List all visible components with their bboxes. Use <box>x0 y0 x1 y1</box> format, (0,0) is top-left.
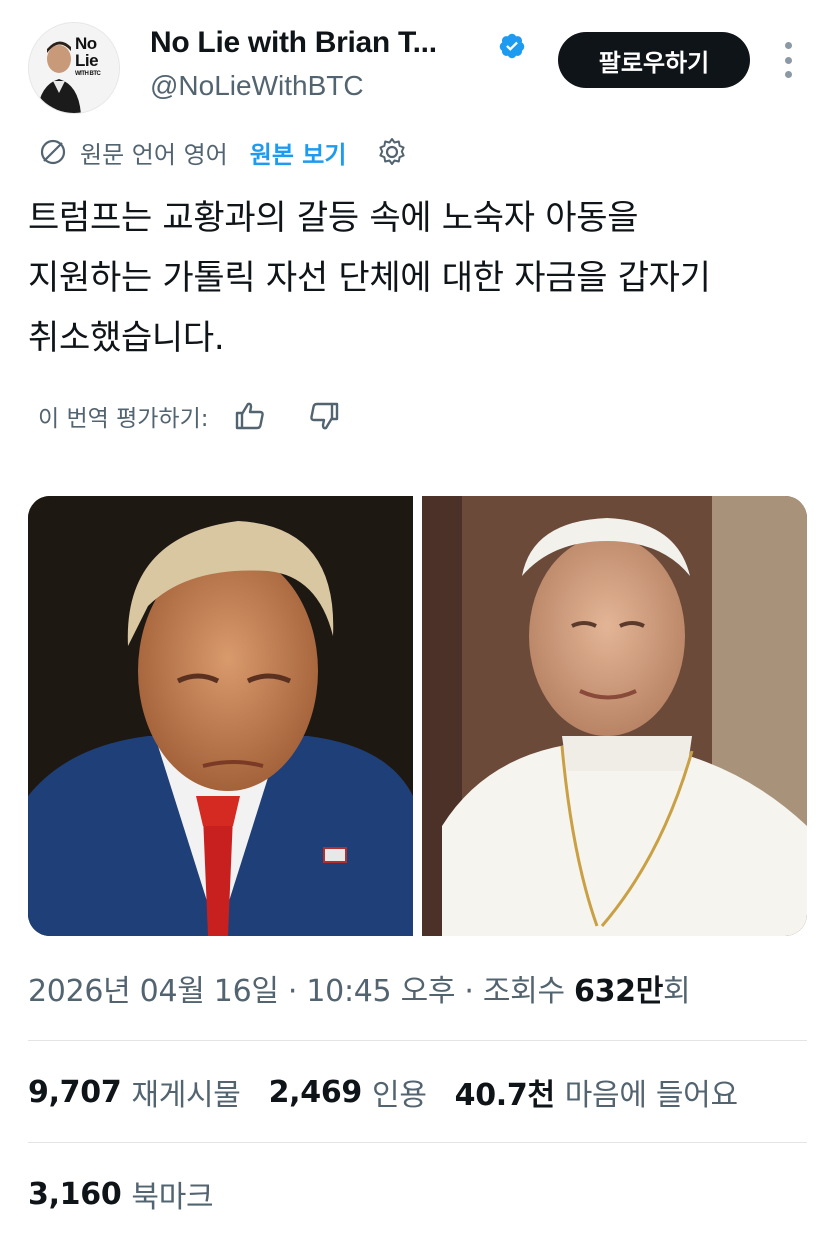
tweet-text: 트럼프는 교황과의 갈등 속에 노숙자 아동을 지원하는 가톨릭 자선 단체에 … <box>28 188 808 368</box>
engagement-stats: 9,707 재게시물 2,469 인용 40.7천 마음에 들어요 <box>28 1070 766 1114</box>
portrait-clergy-image <box>422 496 807 936</box>
bookmarks-stat: 3,160 북마크 <box>28 1172 214 1216</box>
avatar-logo-line2: Lie <box>75 51 99 70</box>
avatar-logo-tag: WITH BTC <box>75 71 101 77</box>
verified-badge-icon[interactable] <box>498 32 526 60</box>
view-count-suffix: 회 <box>663 974 691 1009</box>
likes-label[interactable]: 마음에 들어요 <box>565 1070 738 1114</box>
display-name[interactable]: No Lie with Brian T... <box>150 26 437 60</box>
tweet-text-line: 지원하는 가톨릭 자선 단체에 대한 자금을 갑자기 <box>28 258 711 298</box>
likes-count[interactable]: 40.7천 <box>455 1070 555 1114</box>
tweet-header: No Lie WITH BTC No Lie with Brian T... @… <box>28 22 818 118</box>
avatar[interactable]: No Lie WITH BTC <box>28 22 120 114</box>
bookmarks-label[interactable]: 북마크 <box>131 1172 213 1216</box>
handle[interactable]: @NoLieWithBTC <box>150 70 364 102</box>
translate-icon <box>40 139 66 165</box>
avatar-logo: No Lie WITH BTC <box>75 35 101 78</box>
follow-button[interactable]: 팔로우하기 <box>558 32 750 88</box>
view-count: 632만 <box>574 974 664 1009</box>
translation-bar: 원문 언어 영어 원본 보기 <box>38 134 408 170</box>
rate-translation-label: 이 번역 평가하기: <box>38 406 209 432</box>
more-options-icon[interactable] <box>780 42 796 78</box>
source-language-label: 원문 언어 영어 <box>80 140 228 169</box>
tweet-text-line: 트럼프는 교황과의 갈등 속에 노숙자 아동을 <box>28 198 639 238</box>
gear-icon[interactable] <box>376 136 408 168</box>
rate-translation: 이 번역 평가하기: <box>38 396 341 436</box>
media-photo[interactable] <box>28 496 413 936</box>
divider <box>28 1142 807 1143</box>
tweet-media <box>28 496 807 936</box>
quotes-count[interactable]: 2,469 <box>269 1075 363 1110</box>
media-photo[interactable] <box>422 496 807 936</box>
quotes-label[interactable]: 인용 <box>372 1070 427 1114</box>
reposts-label[interactable]: 재게시물 <box>131 1070 241 1114</box>
portrait-suit-image <box>28 496 413 936</box>
divider <box>28 1040 807 1041</box>
tweet-timestamp[interactable]: 2026년 04월 16일 · 10:45 오후 · 조회수 632만회 <box>28 966 691 1010</box>
view-original-link[interactable]: 원본 보기 <box>250 135 347 170</box>
tweet-text-line: 취소했습니다. <box>28 318 225 358</box>
thumbs-down-icon[interactable] <box>307 399 341 433</box>
thumbs-up-icon[interactable] <box>233 399 267 433</box>
reposts-count[interactable]: 9,707 <box>28 1075 122 1110</box>
bookmarks-count[interactable]: 3,160 <box>28 1177 122 1212</box>
timestamp-text: 2026년 04월 16일 · 10:45 오후 · 조회수 <box>28 974 575 1009</box>
